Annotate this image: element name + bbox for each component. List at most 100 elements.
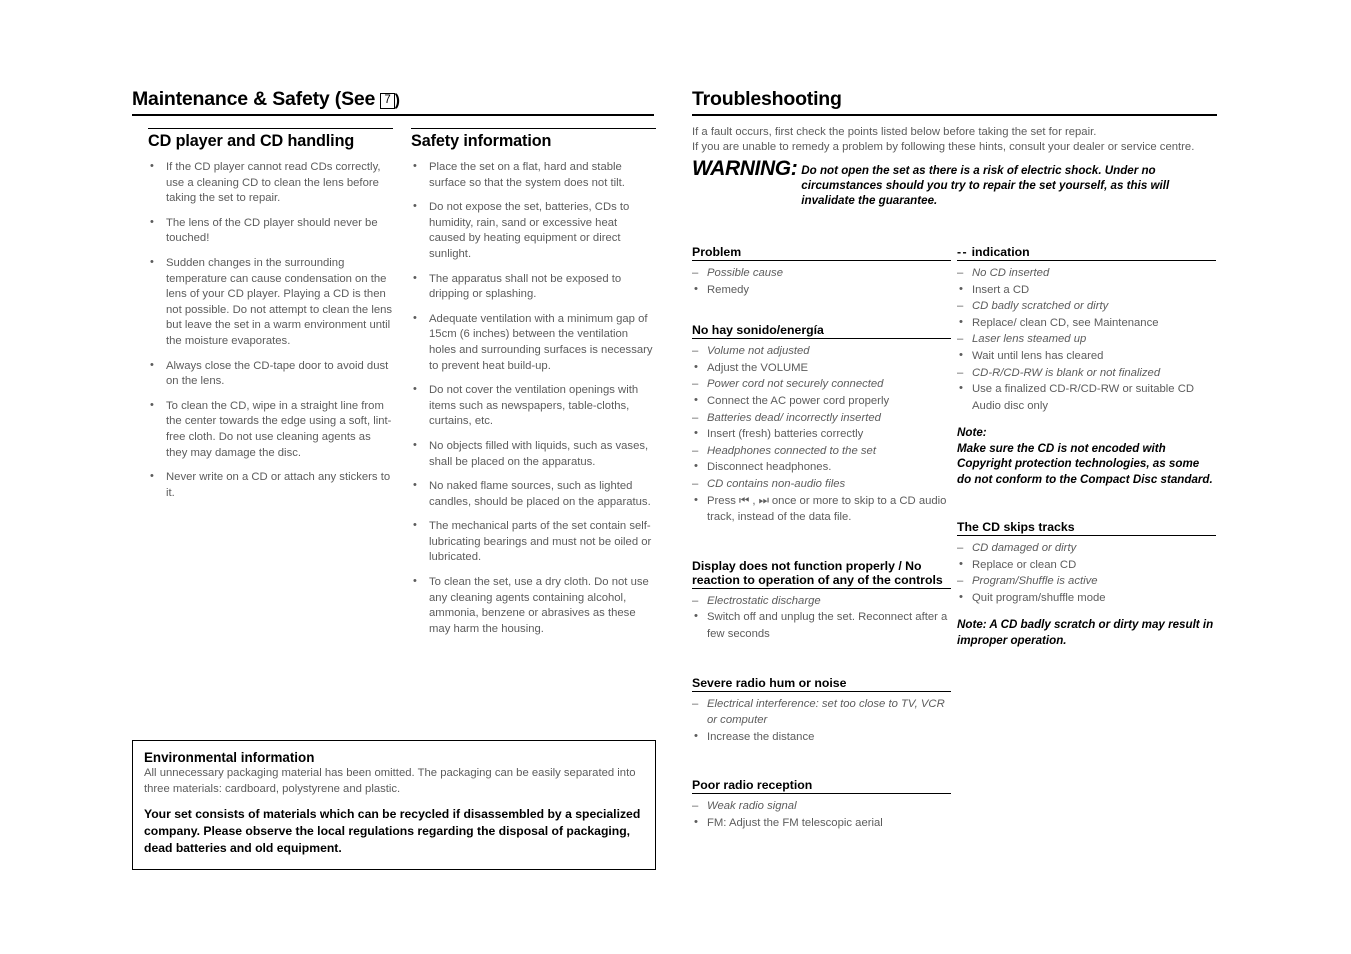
ts-remedy: Disconnect headphones. [692,458,951,476]
safety-information-heading: Safety information [411,132,552,150]
ts-heading-rule [957,260,1216,261]
ts-heading-rule [692,338,951,340]
list-item: Adequate ventilation with a minimum gap … [411,311,656,374]
ts-cause: Laser lens steamed up [957,331,1216,348]
ts-heading: Severe radio hum or noise [692,675,847,690]
ts-remedy: Replace or clean CD [957,556,1216,574]
list-item: Always close the CD-tape door to avoid d… [148,358,393,390]
ts-remedy: Connect the AC power cord properly [692,392,951,410]
problem-column: Problem Possible cause Remedy No hay son… [692,245,951,845]
ts-cause: Program/Shuffle is active [957,573,1216,590]
troubleshooting-columns: Problem Possible cause Remedy No hay son… [692,245,1217,845]
safety-information-list: Place the set on a flat, hard and stable… [411,159,656,637]
ts-cause: No CD inserted [957,265,1216,282]
page-title-suffix: ) [394,92,400,109]
list-item: Do not cover the ventilation openings wi… [411,382,656,430]
ts-heading-rule [692,690,951,692]
ts-remedy: Insert (fresh) batteries correctly [692,425,951,443]
see-reference-box: 7 [380,93,395,109]
environmental-paragraph: All unnecessary packaging material has b… [144,767,636,795]
ts-block-radio-hum: Severe radio hum or noise Electrical int… [692,676,951,746]
ts-heading: No hay sonido/energía [692,323,824,338]
list-item: No objects filled with liquids, such as … [411,438,656,470]
safety-information-column: Safety information Place the set on a fl… [411,128,656,646]
warning-text: Do not open the set as there is a risk o… [801,163,1170,208]
ts-note: Note: Make sure the CD is not encoded wi… [957,426,1213,486]
cd-handling-list: If the CD player cannot read CDs correct… [148,159,393,501]
ts-heading: Poor radio reception [692,778,813,793]
ts-cause: CD badly scratched or dirty [957,298,1216,315]
ts-remedy: Replace/ clean CD, see Maintenance [957,314,1216,332]
list-item: The apparatus shall not be exposed to dr… [411,271,656,303]
ts-block-display-fault: Display does not function properly / No … [692,559,951,643]
ts-heading: The CD skips tracks [957,519,1075,534]
ts-cause: Weak radio signal [692,798,951,815]
list-item: Place the set on a flat, hard and stable… [411,159,656,191]
warning-block: WARNING: Do not open the set as there is… [692,156,1217,209]
ts-heading-rule [692,587,951,589]
document-page: Maintenance & Safety (See 7) CD player a… [0,0,1351,954]
ts-remedy: Adjust the VOLUME [692,359,951,377]
ts-cause: Batteries dead/ incorrectly inserted [692,410,951,427]
ts-block-problem: Problem Possible cause Remedy [692,245,951,298]
cd-handling-column: CD player and CD handling If the CD play… [148,128,393,646]
ts-remedy: FM: Adjust the FM telescopic aerial [692,814,951,832]
ts-cause: Power cord not securely connected [692,376,951,393]
ts-heading-rule [692,260,951,261]
page-title-text: Maintenance & Safety (See [132,88,376,110]
ts-heading-label: indication [971,245,1030,259]
ts-heading: Display does not function properly / No … [692,558,943,587]
ts-cause: Headphones connected to the set [692,443,951,460]
ts-remedy: Use a finalized CD-R/CD-RW or suitable C… [957,380,1216,414]
list-item: The mechanical parts of the set contain … [411,518,656,566]
environmental-heading: Environmental information [144,750,315,765]
maintenance-safety-section: Maintenance & Safety (See 7) [132,88,656,116]
ts-remedy: Increase the distance [692,728,951,746]
troubleshooting-intro-line-2: If you are unable to remedy a problem by… [692,141,1195,154]
ts-cause: CD contains non-audio files [692,476,951,493]
ts-remedy: Switch off and unplug the set. Reconnect… [692,608,951,642]
ts-block-cd-skips: The CD skips tracks CD damaged or dirty … [957,520,1216,648]
ts-heading: - - indication [957,245,1216,260]
ts-heading-rule [957,534,1216,536]
list-item: The lens of the CD player should never b… [148,215,393,247]
warning-label: WARNING: [692,156,798,180]
ts-note: Note: A CD badly scratch or dirty may re… [957,618,1214,647]
cd-handling-rule [148,128,393,129]
list-item: Sudden changes in the surrounding temper… [148,255,393,350]
ts-heading-rule [692,793,951,795]
ts-block-no-sound: No hay sonido/energía Volume not adjuste… [692,323,951,526]
ts-list: Electrical interference: set too close t… [692,696,951,746]
ts-list: Volume not adjusted Adjust the VOLUME Po… [692,343,951,526]
title-rule [132,114,654,116]
environmental-information-box: Environmental information All unnecessar… [132,740,656,870]
cd-handling-heading: CD player and CD handling [148,132,355,150]
environmental-bold-paragraph: Your set consists of materials which can… [144,807,641,855]
troubleshooting-title: Troubleshooting [692,88,842,110]
ts-heading: Problem [692,245,742,259]
maintenance-columns: CD player and CD handling If the CD play… [148,128,656,646]
ts-remedy-skip-track: Press ⏮ , ⏭ once or more to skip to a CD… [692,492,951,526]
ts-cause: Electrostatic discharge [692,593,951,610]
list-item: Never write on a CD or attach any sticke… [148,469,393,501]
indication-column: - - indication No CD inserted Insert a CD… [957,245,1216,845]
list-item: Do not expose the set, batteries, CDs to… [411,199,656,262]
ts-list: CD damaged or dirty Replace or clean CD … [957,540,1216,606]
ts-cause: CD-R/CD-RW is blank or not finalized [957,365,1216,382]
ts-block-indication: - - indication No CD inserted Insert a CD… [957,245,1216,487]
ts-cause: Volume not adjusted [692,343,951,360]
troubleshooting-intro-line-1: If a fault occurs, first check the point… [692,126,1097,138]
ts-cause: Electrical interference: set too close t… [692,696,951,729]
ts-remedy: Insert a CD [957,281,1216,299]
dash-prefix-icon: - - [957,245,967,259]
ts-remedy: Wait until lens has cleared [957,347,1216,365]
ts-list: Possible cause Remedy [692,265,951,298]
list-item: If the CD player cannot read CDs correct… [148,159,393,207]
page-title: Maintenance & Safety (See 7) [132,88,656,114]
ts-cause: Possible cause [692,265,951,282]
ts-list: Weak radio signal FM: Adjust the FM tele… [692,798,951,831]
list-item: To clean the set, use a dry cloth. Do no… [411,574,656,637]
ts-remedy: Quit program/shuffle mode [957,589,1216,607]
ts-remedy: Remedy [692,281,951,299]
list-item: No naked flame sources, such as lighted … [411,478,656,510]
